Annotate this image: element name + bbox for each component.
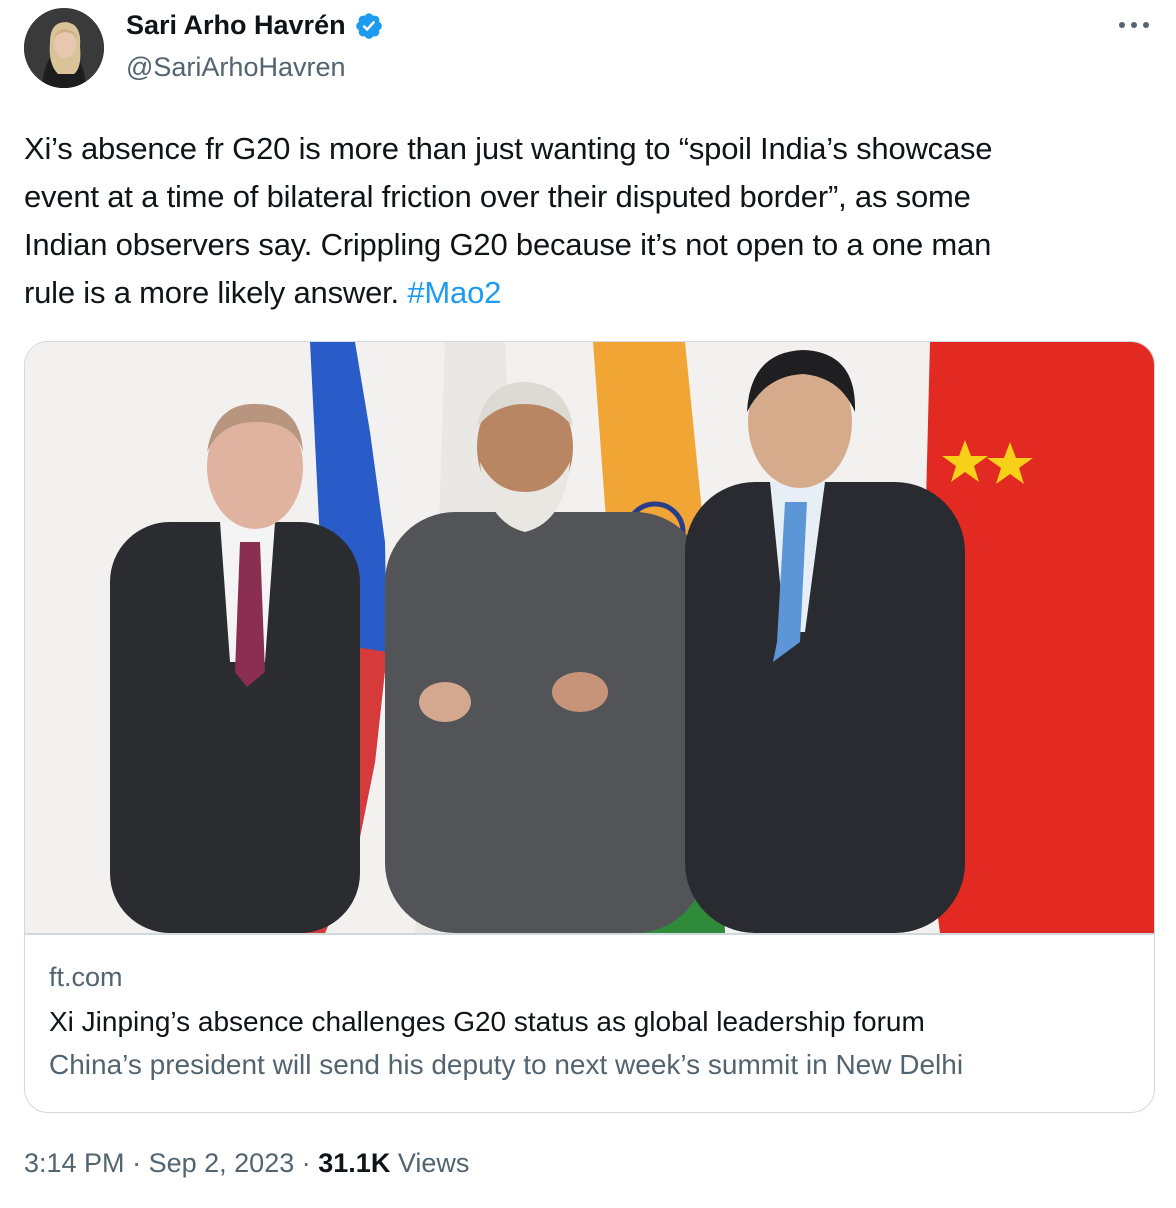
tweet-line-text: rule is a more likely answer. bbox=[24, 275, 399, 310]
views-count[interactable]: 31.1K bbox=[318, 1148, 390, 1178]
tweet-line: event at a time of bilateral friction ov… bbox=[24, 179, 971, 214]
tweet-meta: 3:14 PM · Sep 2, 2023 · 31.1K Views bbox=[24, 1148, 469, 1179]
more-horizontal-icon[interactable] bbox=[1114, 10, 1154, 40]
author-avatar[interactable] bbox=[24, 8, 104, 88]
card-description[interactable]: China’s president will send his deputy t… bbox=[49, 1049, 963, 1081]
views-label: Views bbox=[397, 1148, 470, 1178]
author-name-row: Sari Arho Havrén bbox=[126, 10, 384, 41]
author-handle[interactable]: @SariArhoHavren bbox=[126, 52, 346, 83]
tweet-text: Xi’s absence fr G20 is more than just wa… bbox=[24, 125, 1154, 317]
tweet-line: Xi’s absence fr G20 is more than just wa… bbox=[24, 131, 993, 166]
card-title[interactable]: Xi Jinping’s absence challenges G20 stat… bbox=[49, 1006, 925, 1038]
card-domain[interactable]: ft.com bbox=[49, 962, 123, 993]
avatar-photo bbox=[24, 8, 104, 88]
tweet-date[interactable]: Sep 2, 2023 bbox=[149, 1148, 295, 1178]
meta-separator: · bbox=[132, 1148, 142, 1178]
author-name[interactable]: Sari Arho Havrén bbox=[126, 10, 346, 41]
tweet-time[interactable]: 3:14 PM bbox=[24, 1148, 125, 1178]
card-photo[interactable] bbox=[25, 342, 1154, 933]
verified-badge-icon[interactable] bbox=[354, 11, 384, 41]
tweet-line-last: rule is a more likely answer. #Mao2 bbox=[24, 269, 1154, 317]
card-divider bbox=[25, 933, 1154, 935]
meta-separator: · bbox=[301, 1148, 311, 1178]
hashtag-link[interactable]: #Mao2 bbox=[407, 275, 501, 310]
tweet-line: Indian observers say. Crippling G20 beca… bbox=[24, 227, 992, 262]
link-card[interactable]: ft.com Xi Jinping’s absence challenges G… bbox=[24, 341, 1155, 1113]
